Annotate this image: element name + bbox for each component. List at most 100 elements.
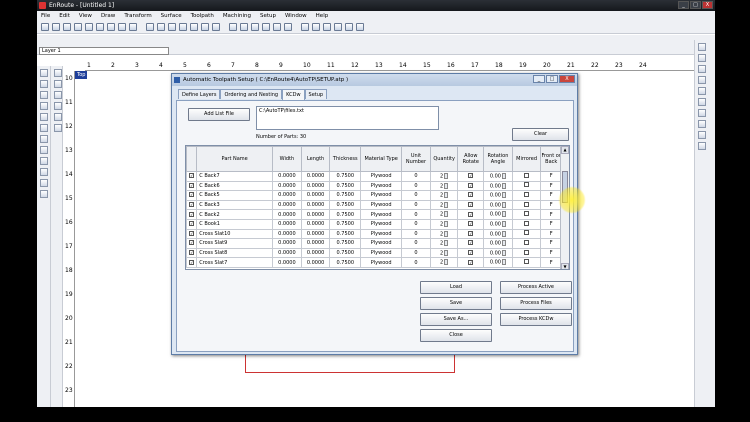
checkbox-cell[interactable] bbox=[511, 171, 542, 182]
print-icon[interactable] bbox=[74, 23, 82, 31]
menu-window[interactable]: Window bbox=[285, 11, 307, 21]
rotation-angle-cell[interactable]: 0.00 bbox=[483, 238, 513, 249]
front-back-cell[interactable]: F bbox=[540, 247, 562, 259]
mirrored-checkbox[interactable] bbox=[524, 172, 530, 178]
toolpath-simulate-icon[interactable] bbox=[698, 131, 706, 139]
zoom-all-icon[interactable] bbox=[168, 23, 176, 31]
toolpath-edit-icon[interactable] bbox=[698, 109, 706, 117]
output-icon[interactable] bbox=[284, 23, 292, 31]
scroll-up-icon[interactable]: ▲ bbox=[561, 146, 569, 154]
toolpath-icon[interactable] bbox=[251, 23, 259, 31]
part-name-cell[interactable]: Cross Slat10 bbox=[196, 228, 274, 240]
select-arrow-icon[interactable] bbox=[40, 69, 48, 77]
toolpath-outline-icon[interactable] bbox=[698, 54, 706, 62]
checkbox-cell[interactable]: ✓ bbox=[457, 228, 485, 240]
unit-number-cell[interactable]: 0 bbox=[401, 199, 431, 211]
quantity-stepper[interactable] bbox=[444, 230, 449, 237]
menu-edit[interactable]: Edit bbox=[59, 11, 70, 21]
allow-rotate-checkbox[interactable]: ✓ bbox=[468, 230, 474, 236]
maximize-button[interactable]: □ bbox=[690, 1, 701, 9]
text-icon[interactable] bbox=[40, 157, 48, 165]
width-cell[interactable]: 0.0000 bbox=[272, 199, 302, 211]
checkbox-cell[interactable]: ✓ bbox=[186, 257, 198, 268]
checkbox-cell[interactable] bbox=[511, 209, 542, 220]
node-edit-icon[interactable] bbox=[40, 80, 48, 88]
quantity-cell[interactable]: 2 bbox=[429, 190, 459, 201]
close-dialog-button[interactable]: Close bbox=[420, 329, 492, 342]
thickness-cell[interactable]: 0.7500 bbox=[329, 218, 362, 230]
checkbox-cell[interactable]: ✓ bbox=[186, 199, 198, 211]
offset-icon[interactable] bbox=[40, 190, 48, 198]
row-select-checkbox[interactable]: ✓ bbox=[189, 173, 195, 179]
length-cell[interactable]: 0.0000 bbox=[300, 209, 331, 220]
quantity-stepper[interactable] bbox=[444, 173, 449, 180]
toolpath-drill-icon[interactable] bbox=[698, 65, 706, 73]
material-cell[interactable]: Plywood bbox=[360, 190, 403, 201]
distort-icon[interactable] bbox=[54, 124, 62, 132]
quantity-cell[interactable]: 2 bbox=[429, 218, 459, 230]
thickness-cell[interactable]: 0.7500 bbox=[329, 209, 362, 220]
material-cell[interactable]: Plywood bbox=[360, 209, 403, 220]
col-header-allow-rotate[interactable]: Allow Rotate bbox=[457, 146, 485, 172]
col-header-mirrored[interactable]: Mirrored bbox=[511, 146, 542, 172]
checkbox-cell[interactable]: ✓ bbox=[457, 171, 485, 182]
rotation-angle-cell[interactable]: 0.00 bbox=[483, 209, 513, 220]
allow-rotate-checkbox[interactable]: ✓ bbox=[468, 182, 474, 188]
allow-rotate-checkbox[interactable]: ✓ bbox=[468, 240, 474, 246]
col-header-material-type[interactable]: Material Type bbox=[360, 146, 403, 172]
thickness-cell[interactable]: 0.7500 bbox=[329, 190, 362, 201]
trim-icon[interactable] bbox=[54, 80, 62, 88]
row-select-checkbox[interactable]: ✓ bbox=[189, 259, 195, 265]
table-row[interactable]: ✓ Cross Slat10 0.0000 0.0000 0.7500 Plywood 0 2… bbox=[186, 228, 562, 240]
auto-toolpath-icon[interactable] bbox=[323, 23, 331, 31]
checkbox-cell[interactable] bbox=[511, 257, 542, 268]
quantity-cell[interactable]: 2 bbox=[429, 171, 459, 182]
length-cell[interactable]: 0.0000 bbox=[300, 257, 331, 268]
checkbox-cell[interactable]: ✓ bbox=[457, 180, 485, 192]
unit-number-cell[interactable]: 0 bbox=[401, 228, 431, 240]
table-row[interactable]: ✓ C Book1 0.0000 0.0000 0.7500 Plywood 0 2 ✓ 0.00… bbox=[186, 218, 562, 230]
front-back-cell[interactable]: F bbox=[540, 257, 562, 268]
table-row[interactable]: ✓ C Back2 0.0000 0.0000 0.7500 Plywood 0 2 ✓ 0.00… bbox=[186, 209, 562, 220]
menu-surface[interactable]: Surface bbox=[161, 11, 182, 21]
rotation-angle-cell[interactable]: 0.00 bbox=[483, 218, 513, 230]
checkbox-cell[interactable]: ✓ bbox=[186, 247, 198, 259]
checkbox-cell[interactable]: ✓ bbox=[186, 238, 198, 249]
menu-machining[interactable]: Machining bbox=[223, 11, 251, 21]
rotation-stepper[interactable] bbox=[501, 201, 506, 208]
length-cell[interactable]: 0.0000 bbox=[300, 218, 331, 230]
table-row[interactable]: ✓ C Back7 0.0000 0.0000 0.7500 Plywood 0 2 ✓ 0.00… bbox=[186, 171, 562, 182]
tab-setup[interactable]: Setup bbox=[304, 89, 328, 99]
rotation-angle-cell[interactable]: 0.00 bbox=[483, 180, 513, 192]
toolpath-fill-icon[interactable] bbox=[698, 87, 706, 95]
toolpath-output-icon[interactable] bbox=[698, 142, 706, 150]
quantity-stepper[interactable] bbox=[444, 259, 449, 266]
quantity-cell[interactable]: 2 bbox=[429, 180, 459, 192]
width-cell[interactable]: 0.0000 bbox=[272, 247, 302, 259]
table-row[interactable]: ✓ Cross Slat9 0.0000 0.0000 0.7500 Plywood 0 2 ✓… bbox=[186, 238, 562, 249]
checkbox-cell[interactable] bbox=[511, 247, 542, 259]
col-header-length[interactable]: Length bbox=[300, 146, 331, 172]
length-cell[interactable]: 0.0000 bbox=[300, 171, 331, 182]
save-as-button[interactable]: Save As... bbox=[420, 313, 492, 326]
part-name-cell[interactable]: Cross Slat9 bbox=[196, 238, 274, 249]
unit-number-cell[interactable]: 0 bbox=[401, 218, 431, 230]
col-header-part-name[interactable]: Part Name bbox=[196, 146, 274, 172]
toolpath-order-icon[interactable] bbox=[698, 120, 706, 128]
checkbox-cell[interactable]: ✓ bbox=[186, 218, 198, 230]
ellipse-icon[interactable] bbox=[40, 113, 48, 121]
rectangle-icon[interactable] bbox=[40, 102, 48, 110]
col-header-unit-number[interactable]: Unit Number bbox=[401, 146, 431, 172]
rotation-angle-cell[interactable]: 0.00 bbox=[483, 199, 513, 211]
zoom-window-icon[interactable] bbox=[190, 23, 198, 31]
weld-icon[interactable] bbox=[54, 69, 62, 77]
thickness-cell[interactable]: 0.7500 bbox=[329, 228, 362, 240]
undo-icon[interactable] bbox=[118, 23, 126, 31]
front-back-cell[interactable]: F bbox=[540, 180, 562, 192]
grid-icon[interactable] bbox=[212, 23, 220, 31]
col-header-thickness[interactable]: Thickness bbox=[329, 146, 362, 172]
unit-number-cell[interactable]: 0 bbox=[401, 238, 431, 249]
quantity-cell[interactable]: 2 bbox=[429, 228, 459, 240]
part-name-cell[interactable]: Cross Slat8 bbox=[196, 247, 274, 259]
measure-icon[interactable] bbox=[40, 168, 48, 176]
